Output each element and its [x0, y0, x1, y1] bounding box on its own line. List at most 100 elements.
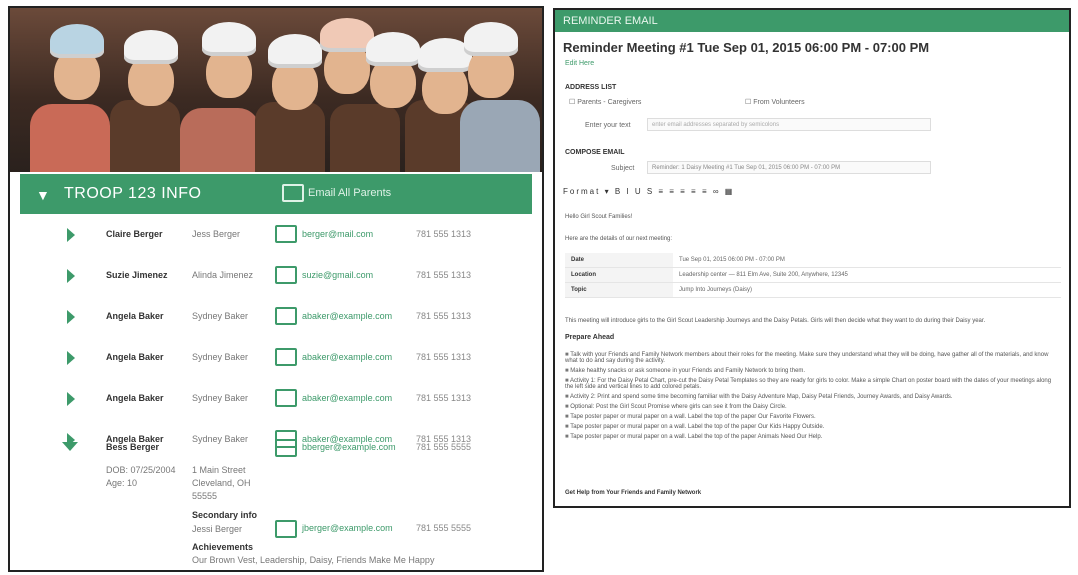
photo-figure — [255, 102, 325, 172]
child-name: Sydney Baker — [192, 352, 249, 362]
bullet-item: Tape poster paper or mural paper on a wa… — [565, 434, 1061, 440]
subject-label: Subject — [611, 165, 635, 172]
details-key: Location — [565, 267, 673, 283]
from-option-label: From Volunteers — [753, 99, 805, 106]
parent-name: Claire Berger — [106, 229, 163, 239]
body-text: This meeting will introduce girls to the… — [565, 318, 986, 324]
prepare-label: Prepare Ahead — [565, 334, 615, 341]
details-value: Jump Into Journeys (Daisy) — [673, 282, 1061, 298]
from-option[interactable]: ☐ From Volunteers — [745, 98, 805, 106]
member-phone: 781 555 1313 — [416, 352, 472, 362]
enter-text-label: Enter your text — [585, 122, 631, 129]
editor-toolbar[interactable]: Format ▾ B I U S ≡ ≡ ≡ ≡ ≡ ∞ ▦ — [563, 187, 734, 196]
details-row: Date Tue Sep 01, 2015 06:00 PM - 07:00 P… — [565, 253, 1061, 268]
meeting-details-table: Date Tue Sep 01, 2015 06:00 PM - 07:00 P… — [565, 253, 1061, 298]
photo-figure — [110, 100, 180, 172]
photo-helmet — [202, 22, 256, 56]
member-email[interactable]: abaker@example.com — [302, 393, 392, 403]
secondary-email[interactable]: jberger@example.com — [302, 523, 393, 533]
troop-panel: ▼ TROOP 123 INFO Email All Parents Clair… — [8, 6, 544, 572]
mail-icon[interactable] — [275, 307, 297, 325]
member-row[interactable]: Suzie Jimenez Alinda Jimenez suzie@gmail… — [20, 257, 532, 298]
photo-helmet — [50, 24, 104, 58]
age-text: Age: 10 — [106, 478, 138, 488]
troop-photo — [10, 8, 542, 172]
child-name: Jess Berger — [192, 229, 241, 239]
member-row[interactable]: Angela Baker Sydney Baker abaker@example… — [20, 339, 532, 380]
photo-helmet — [464, 22, 518, 56]
footer-text: Get Help from Your Friends and Family Ne… — [565, 490, 702, 496]
member-email[interactable]: abaker@example.com — [302, 311, 392, 321]
member-email[interactable]: abaker@example.com — [302, 352, 392, 362]
bullet-item: Optional: Post the Girl Scout Promise wh… — [565, 404, 1061, 410]
mail-icon[interactable] — [275, 348, 297, 366]
expanded-member: Bess Berger bberger@example.com 781 555 … — [20, 430, 532, 570]
expand-arrow-icon[interactable] — [67, 351, 75, 365]
member-email[interactable]: bberger@example.com — [302, 442, 396, 452]
photo-figure — [460, 100, 540, 172]
mail-icon[interactable] — [275, 439, 297, 457]
photo-helmet — [124, 30, 178, 64]
parent-name: Angela Baker — [106, 352, 164, 362]
bullet-item: Make healthy snacks or ask someone in yo… — [565, 368, 1061, 374]
greeting-text: Hello Girl Scout Families! — [565, 214, 633, 220]
mail-icon[interactable] — [282, 184, 304, 202]
address-text: 1 Main Street Cleveland, OH 55555 — [192, 465, 251, 501]
member-phone: 781 555 1313 — [416, 229, 472, 239]
intro-text: Here are the details of our next meeting… — [565, 236, 673, 242]
compose-label: COMPOSE EMAIL — [565, 149, 625, 156]
photo-figure — [180, 108, 260, 172]
achievements-label: Achievements — [192, 542, 254, 552]
chevron-down-icon[interactable]: ▼ — [36, 187, 50, 203]
member-email[interactable]: berger@mail.com — [302, 229, 373, 239]
member-row[interactable]: Claire Berger Jess Berger berger@mail.co… — [20, 216, 532, 257]
reminder-panel-title: REMINDER EMAIL — [555, 10, 1069, 32]
prepare-bullets: Talk with your Friends and Family Networ… — [565, 352, 1061, 444]
dob-text: DOB: 07/25/2004 — [106, 465, 176, 475]
member-row[interactable]: Angela Baker Sydney Baker abaker@example… — [20, 298, 532, 339]
format-label[interactable]: Format — [563, 187, 600, 196]
mail-icon[interactable] — [275, 389, 297, 407]
to-option[interactable]: ☐ Parents - Caregivers — [569, 98, 641, 106]
expand-arrow-icon[interactable] — [67, 310, 75, 324]
details-key: Date — [565, 253, 673, 268]
address-input[interactable]: enter email addresses separated by semic… — [647, 118, 931, 131]
collapse-arrow-icon[interactable] — [62, 442, 78, 451]
child-name: Alinda Jimenez — [192, 270, 254, 280]
bullet-item: Activity 2: Print and spend some time be… — [565, 394, 1061, 400]
expand-arrow-icon[interactable] — [67, 269, 75, 283]
mail-icon[interactable] — [275, 266, 297, 284]
expand-arrow-icon[interactable] — [67, 228, 75, 242]
mail-icon[interactable] — [275, 225, 297, 243]
mail-icon[interactable] — [275, 520, 297, 538]
to-option-label: Parents - Caregivers — [577, 99, 642, 106]
member-phone: 781 555 1313 — [416, 311, 472, 321]
parent-name: Angela Baker — [106, 311, 164, 321]
bullet-item: Activity 1: For the Daisy Petal Chart, p… — [565, 378, 1061, 390]
details-key: Topic — [565, 282, 673, 298]
photo-figure — [330, 104, 400, 172]
troop-info-title: TROOP 123 INFO — [64, 185, 202, 202]
child-name: Sydney Baker — [192, 311, 249, 321]
child-name: Sydney Baker — [192, 393, 249, 403]
parent-name: Suzie Jimenez — [106, 270, 168, 280]
secondary-phone: 781 555 5555 — [416, 523, 472, 533]
member-row[interactable]: Angela Baker Sydney Baker abaker@example… — [20, 380, 532, 421]
reminder-title: Reminder Meeting #1 Tue Sep 01, 2015 06:… — [563, 40, 930, 55]
subject-input[interactable]: Reminder: 1 Daisy Meeting #1 Tue Sep 01,… — [647, 161, 931, 174]
bullet-item: Tape poster paper or mural paper on a wa… — [565, 424, 1061, 430]
details-value: Tue Sep 01, 2015 06:00 PM - 07:00 PM — [673, 253, 1061, 268]
member-email[interactable]: suzie@gmail.com — [302, 270, 373, 280]
expand-arrow-icon[interactable] — [67, 392, 75, 406]
photo-figure — [30, 104, 110, 172]
member-list: Claire Berger Jess Berger berger@mail.co… — [20, 216, 532, 462]
edit-link[interactable]: Edit Here — [565, 60, 594, 67]
details-row: Topic Jump Into Journeys (Daisy) — [565, 282, 1061, 298]
bullet-item: Tape poster paper or mural paper on a wa… — [565, 414, 1061, 420]
photo-helmet — [268, 34, 322, 68]
email-all-link[interactable]: Email All Parents — [308, 187, 391, 199]
member-phone: 781 555 1313 — [416, 393, 472, 403]
details-row: Location Leadership center — 811 Elm Ave… — [565, 267, 1061, 283]
toolbar-icons[interactable]: ▾ B I U S ≡ ≡ ≡ ≡ ≡ ∞ ▦ — [605, 187, 735, 196]
troop-info-header[interactable]: ▼ TROOP 123 INFO Email All Parents — [20, 174, 532, 214]
